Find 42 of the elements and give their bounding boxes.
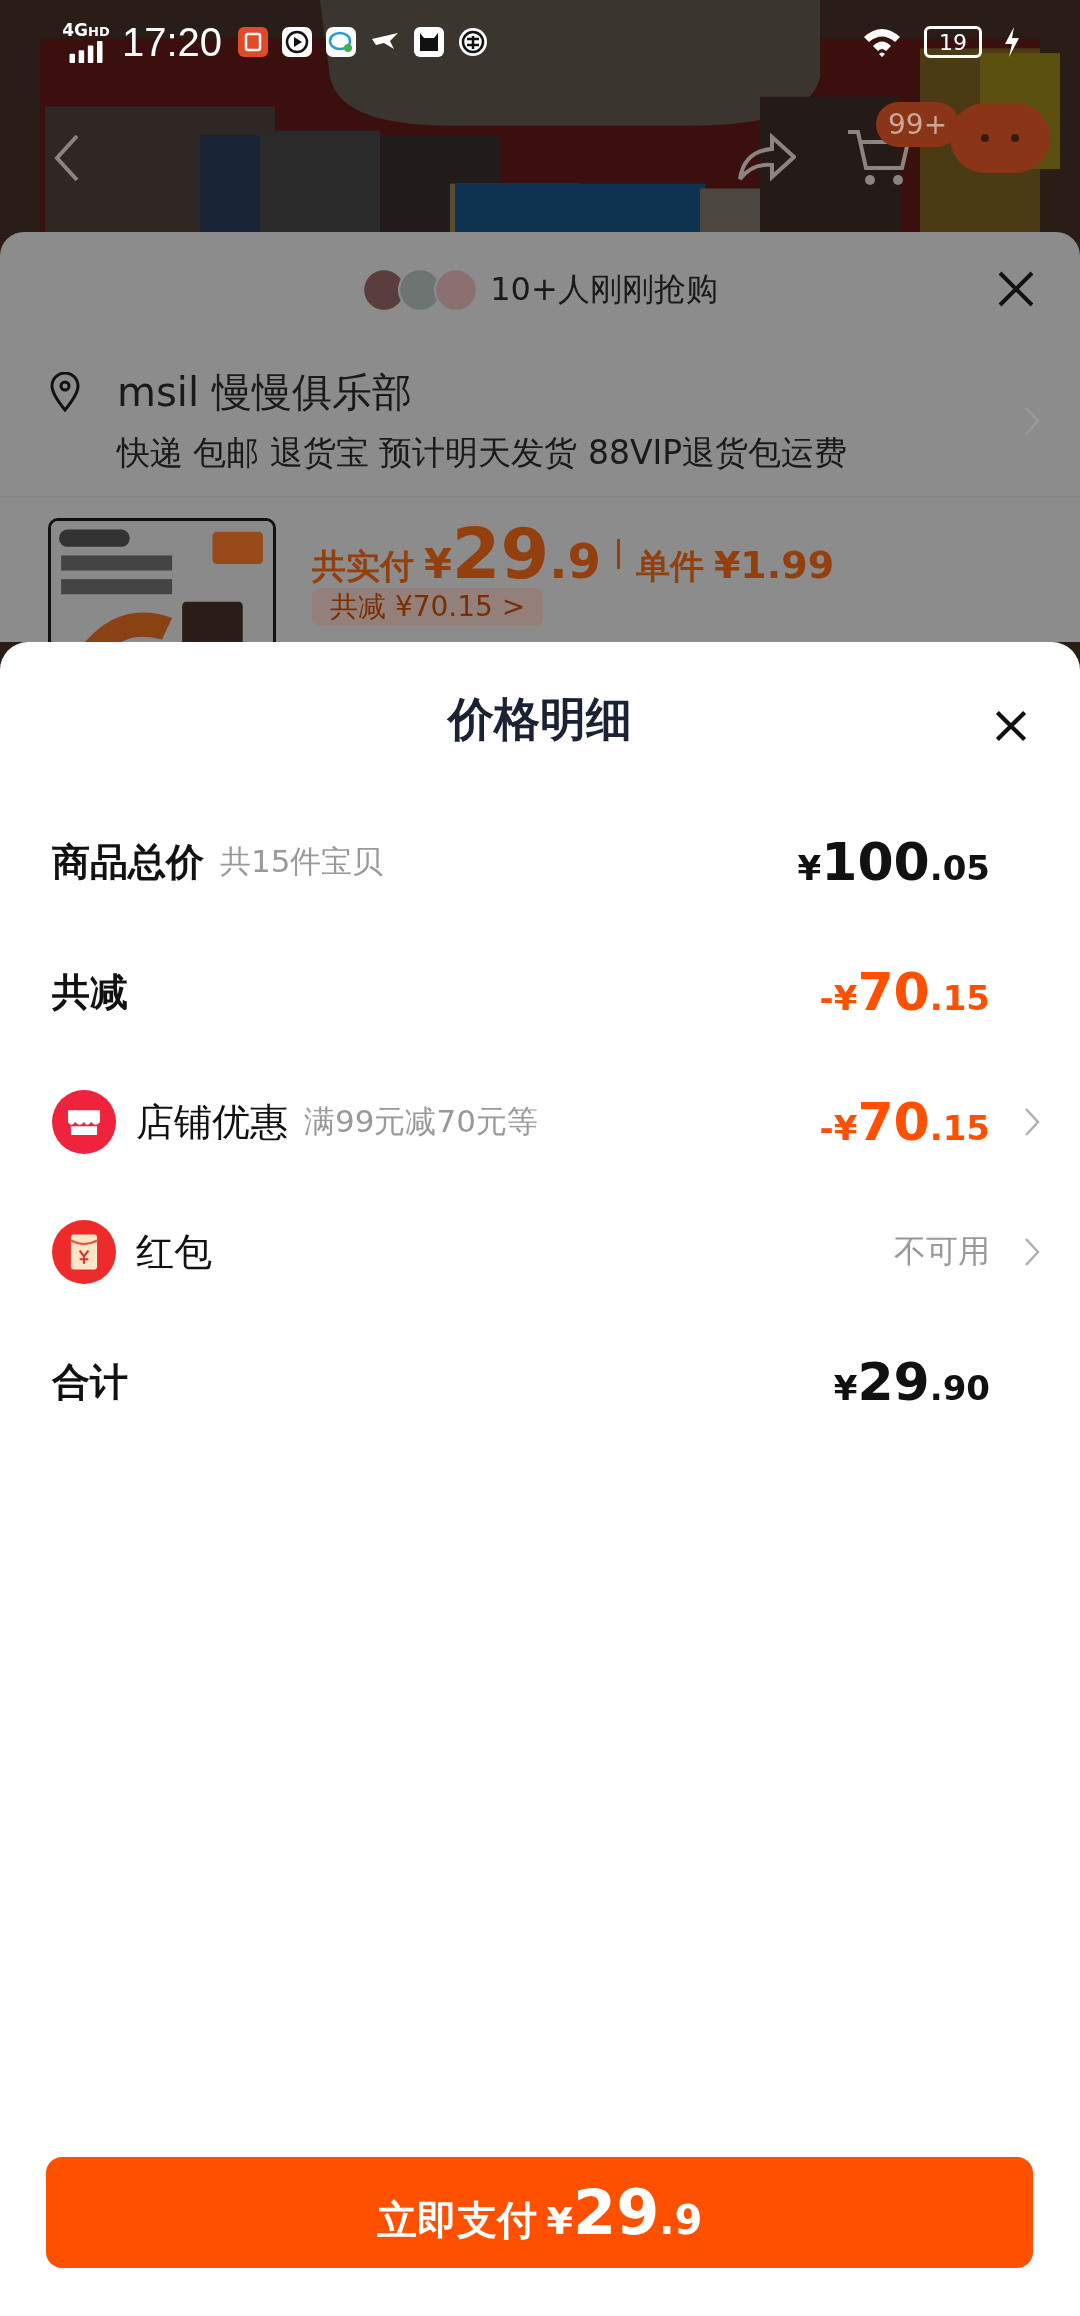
close-icon[interactable] xyxy=(994,709,1028,743)
chevron-icon xyxy=(1024,1107,1040,1137)
pay-button[interactable]: 立即支付 ¥29.9 xyxy=(46,2157,1033,2268)
play-icon xyxy=(282,27,313,57)
row-value: -¥70.15 xyxy=(819,1092,990,1152)
address-row[interactable]: msil 慢慢俱乐部 快递 包邮 退货宝 预计明天发货 88VIP退货包运费 xyxy=(0,348,1080,498)
unit-price: ¥1.99 xyxy=(713,542,835,589)
chat-icon xyxy=(326,27,357,57)
close-icon[interactable] xyxy=(996,269,1036,309)
chevron-icon xyxy=(1024,1237,1040,1267)
avatar xyxy=(434,268,479,312)
battery-icon: 19 xyxy=(924,26,982,58)
price-row[interactable]: 红包 不可用 xyxy=(0,1187,1080,1317)
coin-icon xyxy=(458,27,489,57)
envelope-icon xyxy=(52,1220,116,1284)
row-label: 共减 xyxy=(52,968,128,1016)
row-value: ¥100.05 xyxy=(797,832,990,892)
row-note: 共15件宝贝 xyxy=(220,842,384,881)
buyers-note: 10+人刚刚抢购 xyxy=(490,269,718,310)
clock-time: 17:20 xyxy=(122,19,223,65)
bag-icon xyxy=(414,27,445,57)
share-icon[interactable] xyxy=(736,133,796,183)
row-note: 满99元减70元等 xyxy=(304,1102,538,1141)
row-label: 红包 xyxy=(136,1228,212,1276)
location-pin-icon xyxy=(50,372,80,412)
app-icon xyxy=(238,27,269,57)
address-text: msil 慢慢俱乐部 xyxy=(117,368,413,417)
network-type: 4GHD xyxy=(62,21,110,41)
row-label: 店铺优惠 xyxy=(136,1098,288,1146)
store-icon xyxy=(52,1090,116,1154)
price-row[interactable]: 店铺优惠 满99元减70元等 -¥70.15 xyxy=(0,1057,1080,1187)
sheet-title: 价格明细 xyxy=(448,690,632,748)
wifi-icon xyxy=(862,27,902,57)
row-value: 不可用 xyxy=(894,1231,990,1272)
shipping-text: 快递 包邮 退货宝 预计明天发货 88VIP退货包运费 xyxy=(117,432,849,474)
row-label: 合计 xyxy=(52,1358,128,1406)
total-label: 共实付 xyxy=(312,545,414,588)
charging-icon xyxy=(1004,27,1020,57)
row-value: ¥29.90 xyxy=(833,1352,990,1412)
unit-label: 单件 xyxy=(635,545,704,588)
row-label: 商品总价 xyxy=(52,838,204,886)
row-value: -¥70.15 xyxy=(819,962,990,1022)
